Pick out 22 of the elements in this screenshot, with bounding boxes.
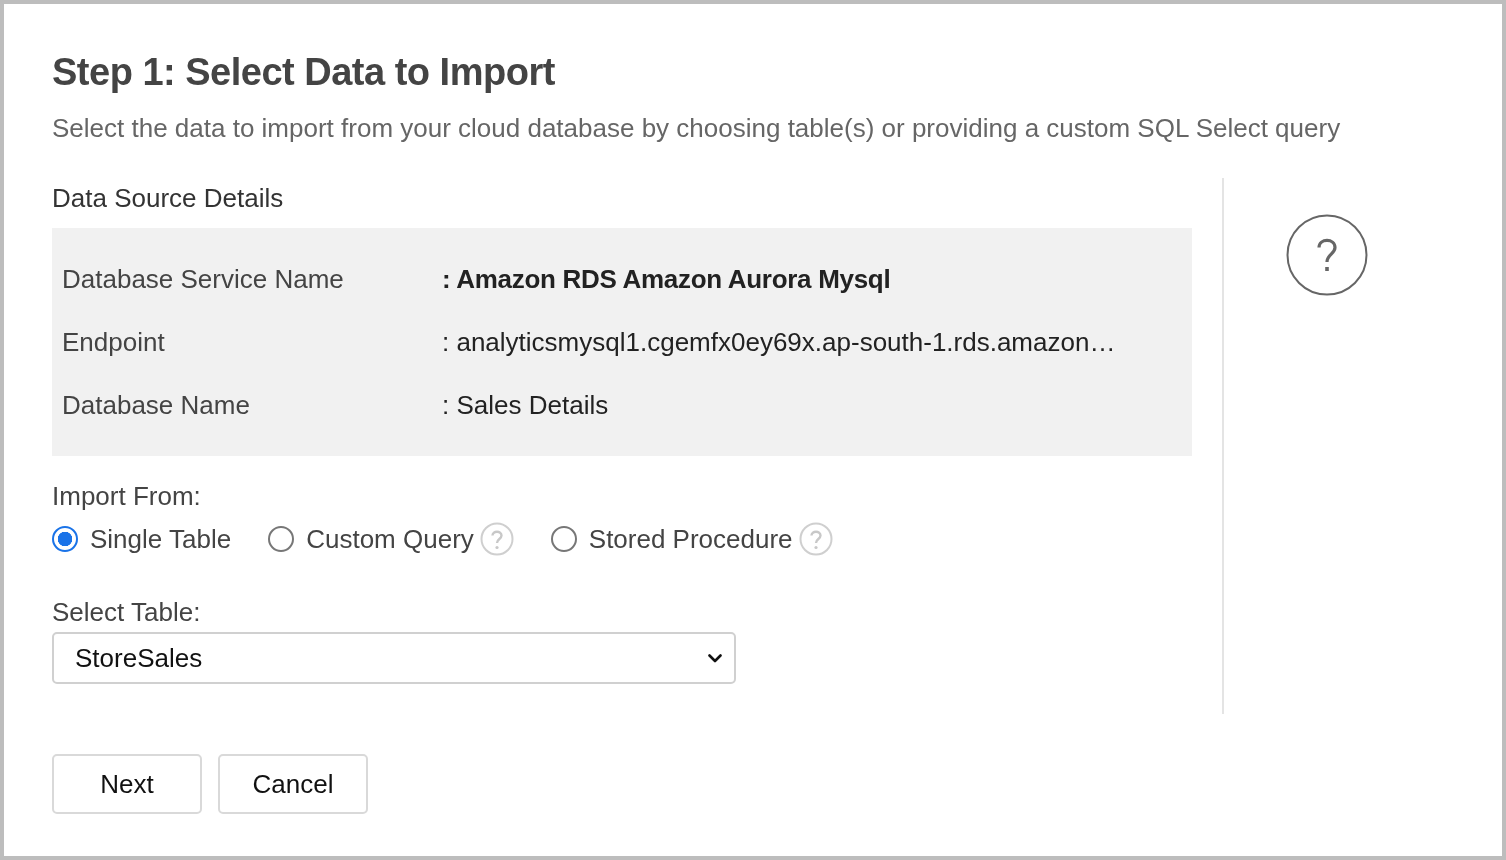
detail-value: : Sales Details (442, 389, 609, 422)
select-table-label: Select Table: (52, 596, 202, 629)
chevron-down-icon (708, 653, 722, 663)
dialog-button[interactable]: Cancel (218, 754, 368, 814)
page-description: Select the data to import from your cloud database by choosing table(s) or providing a custom SQL Select query (52, 112, 1342, 145)
detail-label: Database Service Name (62, 263, 345, 296)
import-from-label: Import From: (52, 480, 202, 513)
radio-label[interactable]: Custom Query (306, 522, 474, 556)
section-heading: Data Source Details (52, 182, 285, 215)
detail-label: Database Name (62, 389, 251, 422)
radio-label[interactable]: Single Table (90, 522, 232, 556)
detail-label: Endpoint (62, 326, 166, 359)
radio-button[interactable] (550, 526, 577, 552)
page-title: Step 1: Select Data to Import (52, 50, 556, 95)
radio-button[interactable] (52, 526, 78, 552)
radio-button[interactable] (268, 526, 295, 552)
table-select[interactable]: StoreSales (52, 632, 736, 684)
detail-value: : Amazon RDS Amazon Aurora Mysql (442, 263, 891, 296)
help-icon[interactable] (1286, 214, 1368, 296)
detail-value: : analyticsmysql1.cgemfx0ey69x.ap-south-1.rds.amazon… (442, 326, 1116, 359)
dialog-button[interactable]: Next (52, 754, 202, 814)
radio-label[interactable]: Stored Procedure (588, 522, 793, 556)
